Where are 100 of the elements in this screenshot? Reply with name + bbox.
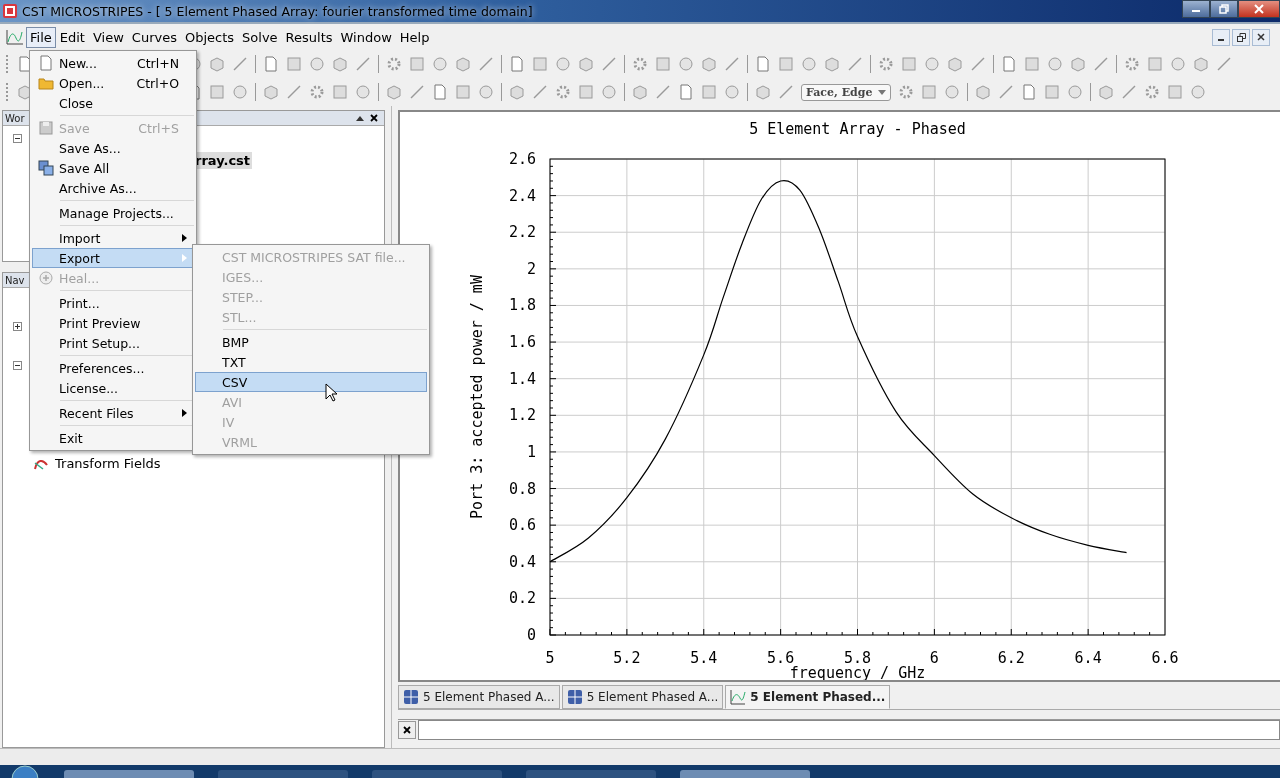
circle-icon[interactable] (1190, 84, 1207, 100)
square-icon[interactable] (532, 56, 548, 72)
document-icon[interactable] (509, 56, 525, 72)
menu-item[interactable]: Manage Projects... (32, 203, 194, 223)
document-icon[interactable] (263, 56, 279, 72)
document-icon[interactable] (678, 84, 694, 100)
cube-icon[interactable] (386, 84, 402, 100)
square-icon[interactable] (701, 84, 717, 100)
menu-item[interactable]: File (26, 26, 56, 48)
line-icon[interactable] (1121, 84, 1138, 100)
line-icon[interactable] (970, 56, 986, 72)
restore-button[interactable] (1232, 28, 1250, 46)
menu-item[interactable]: Archive As... (32, 178, 194, 198)
cube-icon[interactable] (1070, 56, 1086, 72)
menu-item[interactable]: Save All (32, 158, 194, 178)
square-icon[interactable] (655, 56, 671, 72)
line-icon[interactable] (778, 84, 794, 100)
menu-item[interactable]: Print Preview (32, 313, 194, 333)
document-tab[interactable]: 5 Element Phased A... (398, 685, 560, 709)
line-icon[interactable] (655, 84, 671, 100)
menu-item[interactable]: Print... (32, 293, 194, 313)
circle-icon[interactable] (724, 84, 740, 100)
collapse-icon[interactable] (13, 361, 22, 370)
circle-icon[interactable] (601, 84, 617, 100)
circle-icon[interactable] (432, 56, 448, 72)
square-icon[interactable] (778, 56, 794, 72)
cube-icon[interactable] (332, 56, 348, 72)
submenu-item[interactable]: Import (32, 228, 194, 248)
circle-icon[interactable] (924, 56, 940, 72)
close-icon[interactable] (370, 114, 378, 122)
start-button-icon[interactable] (10, 765, 40, 778)
cube-icon[interactable] (975, 84, 992, 100)
square-icon[interactable] (578, 84, 594, 100)
menu-item[interactable]: Close (32, 93, 194, 113)
menu-item[interactable]: Preferences... (32, 358, 194, 378)
cube-icon[interactable] (455, 56, 471, 72)
square-icon[interactable] (455, 84, 471, 100)
circle-icon[interactable] (309, 56, 325, 72)
expand-icon[interactable] (13, 322, 22, 331)
circle-icon[interactable] (355, 84, 371, 100)
cube-icon[interactable] (1193, 56, 1209, 72)
menu-item[interactable]: BMP (195, 332, 427, 352)
line-icon[interactable] (847, 56, 863, 72)
cube-icon[interactable] (824, 56, 840, 72)
cube-icon[interactable] (578, 56, 594, 72)
menu-item[interactable]: Save As... (32, 138, 194, 158)
menu-item[interactable]: Curves (127, 26, 181, 48)
menu-item[interactable]: Open... Ctrl+O (32, 73, 194, 93)
document-icon[interactable] (755, 56, 771, 72)
document-tab[interactable]: 5 Element Phased... (725, 685, 891, 709)
line-icon[interactable] (998, 84, 1015, 100)
menu-item[interactable]: Exit (32, 428, 194, 448)
square-icon[interactable] (901, 56, 917, 72)
line-icon[interactable] (601, 56, 617, 72)
menu-item[interactable]: Window (336, 26, 396, 48)
square-icon[interactable] (209, 84, 225, 100)
document-icon[interactable] (1021, 84, 1038, 100)
close-button[interactable] (1252, 28, 1270, 46)
circle-icon[interactable] (555, 56, 571, 72)
cube-icon[interactable] (209, 56, 225, 72)
document-icon[interactable] (1001, 56, 1017, 72)
menu-item[interactable]: Help (395, 26, 434, 48)
submenu-item[interactable]: Recent Files (32, 403, 194, 423)
line-icon[interactable] (1216, 56, 1232, 72)
close-button[interactable] (1238, 0, 1280, 18)
line-icon[interactable] (286, 84, 302, 100)
line-icon[interactable] (232, 56, 248, 72)
line-icon[interactable] (1093, 56, 1109, 72)
menu-item[interactable]: Edit (55, 26, 89, 48)
document-tab[interactable]: 5 Element Phased A... (561, 685, 724, 709)
cube-icon[interactable] (755, 84, 771, 100)
square-icon[interactable] (286, 56, 302, 72)
view-dropdown[interactable]: Face, Edge (801, 83, 892, 101)
cube-icon[interactable] (632, 84, 648, 100)
square-icon[interactable] (1024, 56, 1040, 72)
line-icon[interactable] (532, 84, 548, 100)
cube-icon[interactable] (509, 84, 525, 100)
close-button[interactable] (398, 721, 416, 739)
menu-item[interactable]: TXT (195, 352, 427, 372)
cube-icon[interactable] (1098, 84, 1115, 100)
circle-icon[interactable] (1047, 56, 1063, 72)
circle-icon[interactable] (478, 84, 494, 100)
cube-icon[interactable] (701, 56, 717, 72)
minimize-button[interactable] (1212, 28, 1230, 46)
menu-item[interactable]: Results (281, 26, 337, 48)
menu-item[interactable]: License... (32, 378, 194, 398)
circle-icon[interactable] (232, 84, 248, 100)
square-icon[interactable] (332, 84, 348, 100)
square-icon[interactable] (1147, 56, 1163, 72)
submenu-item[interactable]: Export (32, 248, 194, 268)
circle-icon[interactable] (1067, 84, 1084, 100)
tree-item[interactable]: Transform Fields (55, 456, 161, 471)
document-icon[interactable] (432, 84, 448, 100)
square-icon[interactable] (921, 84, 938, 100)
line-icon[interactable] (724, 56, 740, 72)
square-icon[interactable] (1167, 84, 1184, 100)
pin-icon[interactable] (356, 115, 364, 121)
menu-item[interactable]: View (88, 26, 128, 48)
menu-item[interactable]: CSV (195, 372, 427, 392)
line-icon[interactable] (355, 56, 371, 72)
